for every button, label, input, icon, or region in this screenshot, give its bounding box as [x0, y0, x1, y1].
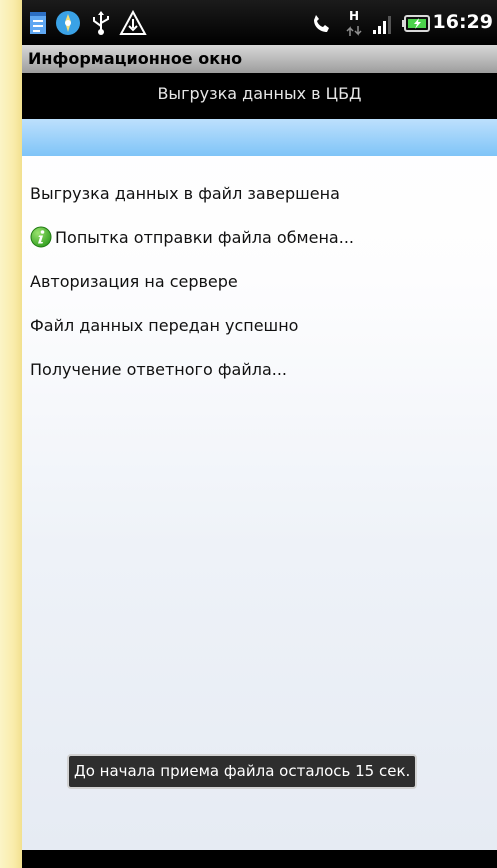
clock: 16:29: [432, 11, 493, 33]
status-bar: H 16:29: [22, 0, 497, 45]
warning-icon: [119, 10, 147, 35]
screen-title: Выгрузка данных в ЦБД: [157, 84, 362, 103]
log-item: Выгрузка данных в файл завершена: [30, 171, 354, 215]
app-icon: [56, 11, 80, 35]
log-item-text: Получение ответного файла...: [30, 359, 288, 379]
screen-header: Выгрузка данных в ЦБД: [22, 73, 497, 119]
bottom-bar: [22, 850, 497, 868]
log-item-text: Авторизация на сервере: [30, 271, 238, 291]
phone-call-icon: [314, 15, 329, 32]
data-transfer-icon: H: [346, 10, 362, 36]
phone-screen: H 16:29 Информационное окно Выгрузка дан…: [22, 0, 497, 868]
log-item: Получение ответного файла...: [30, 347, 354, 391]
usb-icon: [93, 11, 109, 35]
notes-icon: [30, 12, 46, 34]
window-title: Информационное окно: [28, 49, 243, 68]
log-item-text: Попытка отправки файла обмена...: [55, 227, 354, 247]
battery-charging-icon: [402, 15, 430, 32]
log-item: Авторизация на сервере: [30, 259, 354, 303]
info-icon: [30, 226, 52, 248]
network-type-label: H: [348, 9, 360, 23]
log-panel[interactable]: Выгрузка данных в файл завершена Попытка…: [22, 119, 497, 850]
page-margin: [0, 0, 22, 868]
log-item: Попытка отправки файла обмена...: [30, 215, 354, 259]
toast-text: До начала приема файла осталось 15 сек.: [74, 762, 411, 780]
log-item: Файл данных передан успешно: [30, 303, 354, 347]
progress-bar: [22, 119, 497, 156]
log-item-text: Файл данных передан успешно: [30, 315, 299, 335]
log-item-text: Выгрузка данных в файл завершена: [30, 183, 340, 203]
signal-icon: [373, 16, 391, 34]
transfer-arrows-icon: [346, 26, 362, 36]
window-title-bar: Информационное окно: [22, 45, 497, 73]
log-list: Выгрузка данных в файл завершена Попытка…: [30, 171, 354, 391]
countdown-toast: До начала приема файла осталось 15 сек.: [67, 754, 418, 789]
